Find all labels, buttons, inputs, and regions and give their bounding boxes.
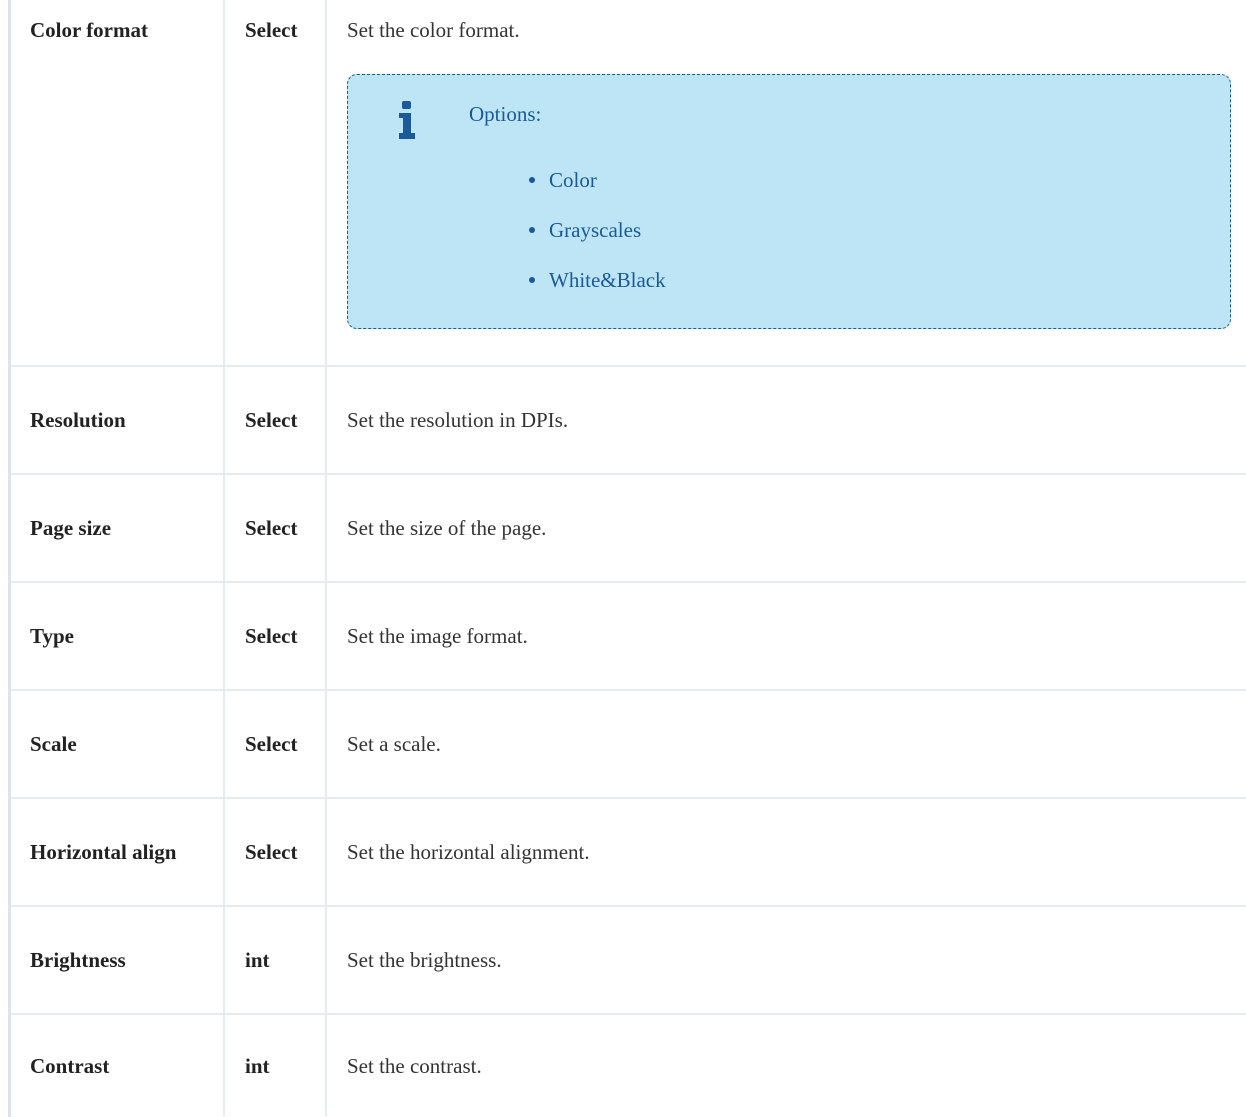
- option-label: Color: [549, 168, 597, 192]
- param-name: Resolution: [11, 365, 225, 474]
- param-description: Set the resolution in DPIs.: [326, 365, 1246, 474]
- param-type: Select: [224, 365, 327, 474]
- param-description: Set the brightness.: [326, 905, 1246, 1014]
- param-name: Scale: [11, 689, 225, 798]
- param-name: Color format: [11, 0, 225, 366]
- param-name: Type: [11, 581, 225, 690]
- bullet-icon: [529, 177, 535, 183]
- param-type: Select: [224, 581, 327, 690]
- param-name: Contrast: [11, 1013, 225, 1116]
- info-title: Options:: [469, 102, 542, 126]
- options-list: Color Grayscales White&Black: [529, 167, 666, 317]
- param-description: Set the horizontal alignment.: [326, 797, 1246, 906]
- table-row: Color format Select Set the color format…: [11, 0, 1246, 366]
- param-description: Set a scale.: [326, 689, 1246, 798]
- param-type: Select: [224, 473, 327, 582]
- info-callout: Options: Color Grayscales White&Black: [347, 74, 1231, 329]
- param-type: int: [224, 1013, 327, 1116]
- table-row: Type Select Set the image format.: [11, 581, 1246, 690]
- list-item: White&Black: [529, 267, 666, 317]
- table-row: Scale Select Set a scale.: [11, 689, 1246, 798]
- param-type: Select: [224, 0, 327, 366]
- table-row: Brightness int Set the brightness.: [11, 905, 1246, 1014]
- option-label: White&Black: [549, 268, 666, 292]
- table-row: Contrast int Set the contrast.: [11, 1013, 1246, 1116]
- param-description: Set the contrast.: [326, 1013, 1246, 1116]
- param-name: Brightness: [11, 905, 225, 1014]
- table-row: Page size Select Set the size of the pag…: [11, 473, 1246, 582]
- table-row: Horizontal align Select Set the horizont…: [11, 797, 1246, 906]
- param-type: Select: [224, 797, 327, 906]
- parameters-table: Color format Select Set the color format…: [11, 0, 1246, 1116]
- param-type: Select: [224, 689, 327, 798]
- param-name: Page size: [11, 473, 225, 582]
- bullet-icon: [529, 227, 535, 233]
- param-name: Horizontal align: [11, 797, 225, 906]
- param-description: Set the image format.: [326, 581, 1246, 690]
- param-description: Set the size of the page.: [326, 473, 1246, 582]
- option-label: Grayscales: [549, 218, 642, 242]
- param-description: Set the color format.: [347, 18, 520, 42]
- list-item: Color: [529, 167, 666, 217]
- param-description-cell: Set the color format. Options: Color Gra…: [326, 0, 1246, 366]
- info-icon: [399, 101, 415, 139]
- param-type: int: [224, 905, 327, 1014]
- bullet-icon: [529, 277, 535, 283]
- table-row: Resolution Select Set the resolution in …: [11, 365, 1246, 474]
- list-item: Grayscales: [529, 217, 666, 267]
